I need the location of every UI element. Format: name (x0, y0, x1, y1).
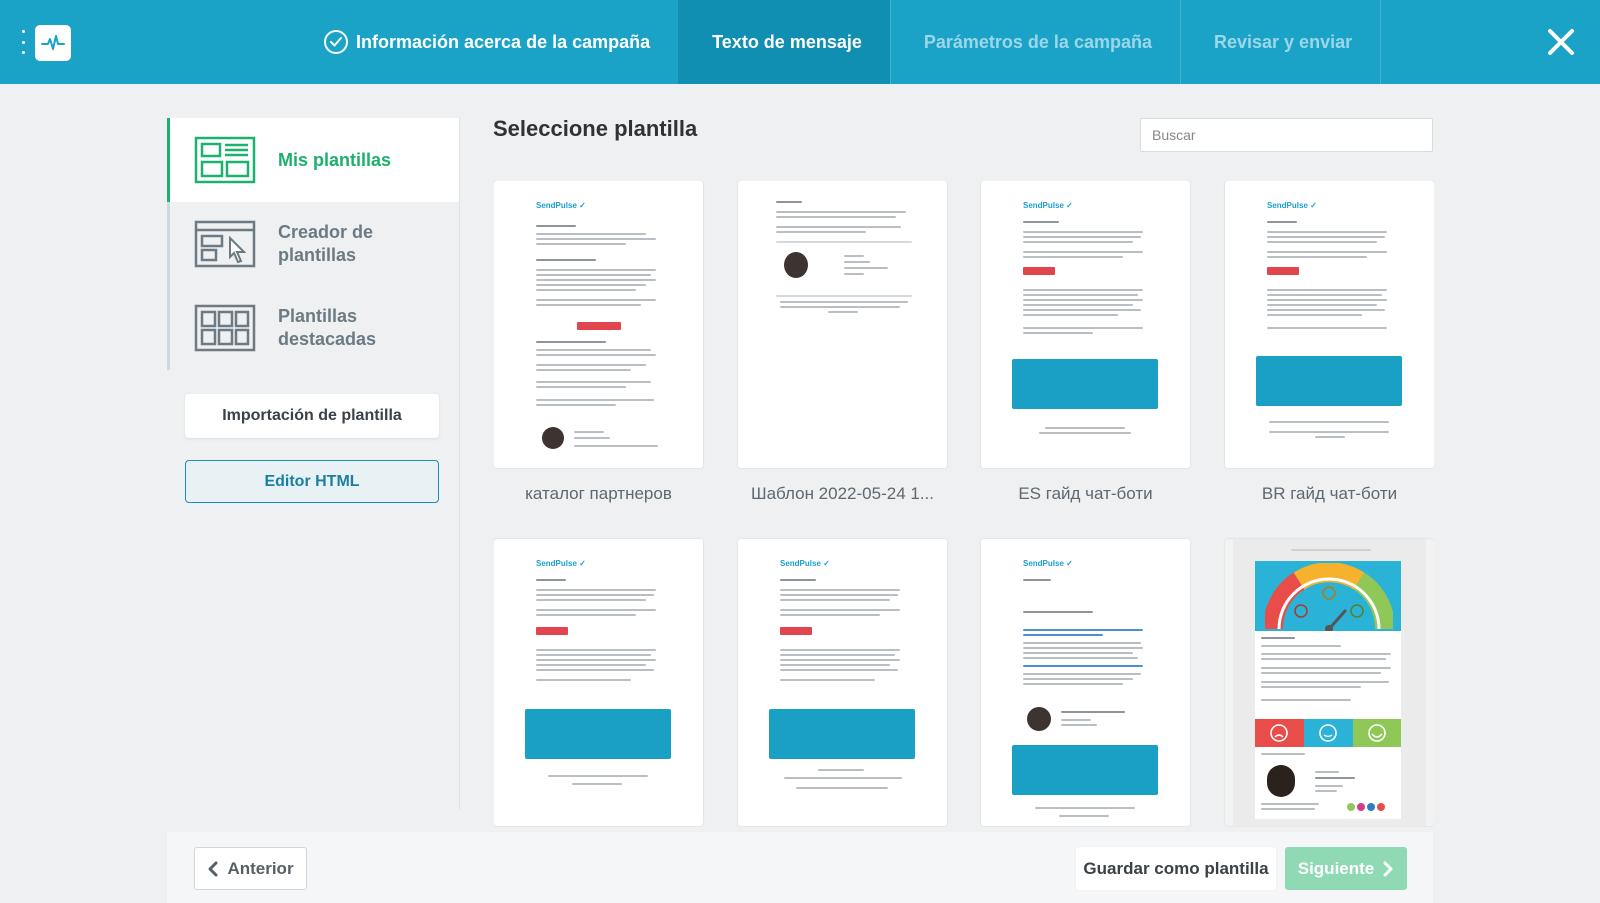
next-button-label: Siguiente (1297, 858, 1375, 878)
step-campaign-info[interactable]: Información acerca de la campaña (290, 0, 680, 84)
sidebar-item-template-builder[interactable]: Creador de plantillas (167, 202, 459, 286)
thumbnail-logo: SendPulse ✓ (780, 559, 830, 568)
thumbnail-logo: SendPulse ✓ (1267, 201, 1317, 210)
template-card[interactable]: SendPulse ✓ BR гайд чат-боти (1225, 181, 1434, 504)
step-label: Revisar y enviar (1214, 31, 1353, 52)
check-circle-icon (324, 30, 348, 54)
rating-faces-icon (1270, 724, 1386, 742)
previous-button-label: Anterior (227, 858, 294, 878)
template-thumbnail[interactable]: SendPulse ✓ (738, 539, 947, 826)
template-name: ES гайд чат-боти (1018, 484, 1153, 503)
featured-templates-icon (194, 304, 256, 352)
step-label: Texto de mensaje (712, 31, 862, 52)
template-thumbnail[interactable]: SendPulse ✓ (981, 181, 1190, 468)
step-review-send[interactable]: Revisar y enviar (1180, 0, 1382, 84)
template-grid: SendPulse ✓ каталог партнеров Шаблон 202… (494, 181, 1434, 827)
import-template-button[interactable]: Importación de plantilla (185, 394, 439, 438)
thumbnail-logo: SendPulse ✓ (1023, 201, 1073, 210)
template-name: BR гайд чат-боти (1261, 484, 1398, 503)
step-message-text[interactable]: Texto de mensaje (678, 0, 891, 84)
step-label: Parámetros de la campaña (923, 31, 1152, 52)
step-campaign-params[interactable]: Parámetros de la campaña (890, 0, 1182, 84)
pulse-logo-icon[interactable] (35, 25, 71, 61)
chevron-right-icon (1383, 861, 1393, 876)
template-card[interactable]: Шаблон 2022-05-24 1... (738, 181, 947, 504)
save-as-template-button[interactable]: Guardar como plantilla (1076, 847, 1276, 890)
thumbnail-logo: SendPulse ✓ (536, 559, 586, 568)
sidebar-item-label: Mis plantillas (278, 149, 392, 170)
template-builder-icon (194, 220, 256, 268)
template-name: каталог партнеров (525, 484, 672, 503)
sidebar-item-label: Creador de plantillas (278, 222, 374, 265)
template-card[interactable]: SendPulse ✓ (494, 181, 703, 504)
template-card[interactable]: SendPulse ✓ (738, 539, 947, 827)
template-thumbnail[interactable] (1225, 539, 1434, 826)
template-thumbnail[interactable] (738, 181, 947, 468)
html-editor-button[interactable]: Editor HTML (185, 460, 439, 503)
page-title: Seleccione plantilla (493, 116, 698, 141)
sidebar-item-my-templates[interactable]: Mis plantillas (167, 118, 459, 202)
wizard-steps: Información acerca de la campaña Texto d… (290, 0, 1382, 84)
sidebar-item-featured-templates[interactable]: Plantillas destacadas (167, 286, 459, 370)
template-card[interactable]: SendPulse ✓ (981, 539, 1190, 827)
top-bar: Información acerca de la campaña Texto d… (0, 0, 1600, 84)
my-templates-icon (194, 136, 256, 184)
sidebar-item-label: Plantillas destacadas (278, 306, 377, 349)
template-card[interactable]: SendPulse ✓ ES гайд чат-боти (981, 181, 1190, 504)
search-input[interactable] (1140, 118, 1433, 152)
close-icon[interactable] (1545, 26, 1577, 58)
template-thumbnail[interactable]: SendPulse ✓ (1225, 181, 1434, 468)
template-thumbnail[interactable]: SendPulse ✓ (494, 181, 703, 468)
thumbnail-logo: SendPulse ✓ (1023, 559, 1073, 568)
thumbnail-logo: SendPulse ✓ (536, 201, 586, 210)
previous-button[interactable]: Anterior (194, 847, 307, 890)
template-card[interactable]: SendPulse ✓ (494, 539, 703, 827)
template-card[interactable] (1225, 539, 1434, 827)
next-button[interactable]: Siguiente (1285, 847, 1407, 890)
template-name: Шаблон 2022-05-24 1... (751, 484, 934, 503)
template-thumbnail[interactable]: SendPulse ✓ (981, 539, 1190, 826)
template-thumbnail[interactable]: SendPulse ✓ (494, 539, 703, 826)
dots-vertical-icon[interactable] (20, 30, 26, 54)
template-sidebar: Mis plantillas Creador de plantillas Pla… (167, 118, 460, 810)
chevron-left-icon (208, 861, 218, 876)
step-label: Información acerca de la campaña (356, 31, 651, 52)
satisfaction-gauge-icon (1265, 563, 1393, 631)
